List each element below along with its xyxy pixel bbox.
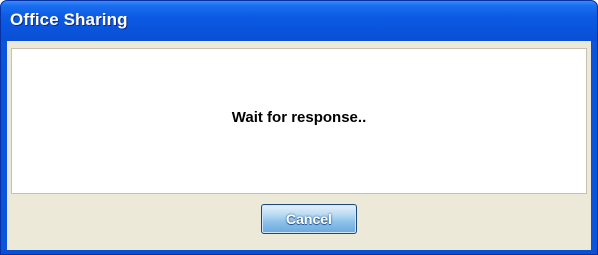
window-bottom-border <box>1 250 597 254</box>
cancel-button[interactable]: Cancel <box>261 204 357 234</box>
status-message: Wait for response.. <box>231 109 367 126</box>
title-bar[interactable]: Office Sharing <box>1 1 597 41</box>
dialog-body: Wait for response.. Cancel <box>7 41 592 251</box>
window-title: Office Sharing <box>10 10 128 29</box>
office-sharing-dialog: Office Sharing Wait for response.. Cance… <box>0 0 598 255</box>
message-panel: Wait for response.. <box>11 48 587 194</box>
